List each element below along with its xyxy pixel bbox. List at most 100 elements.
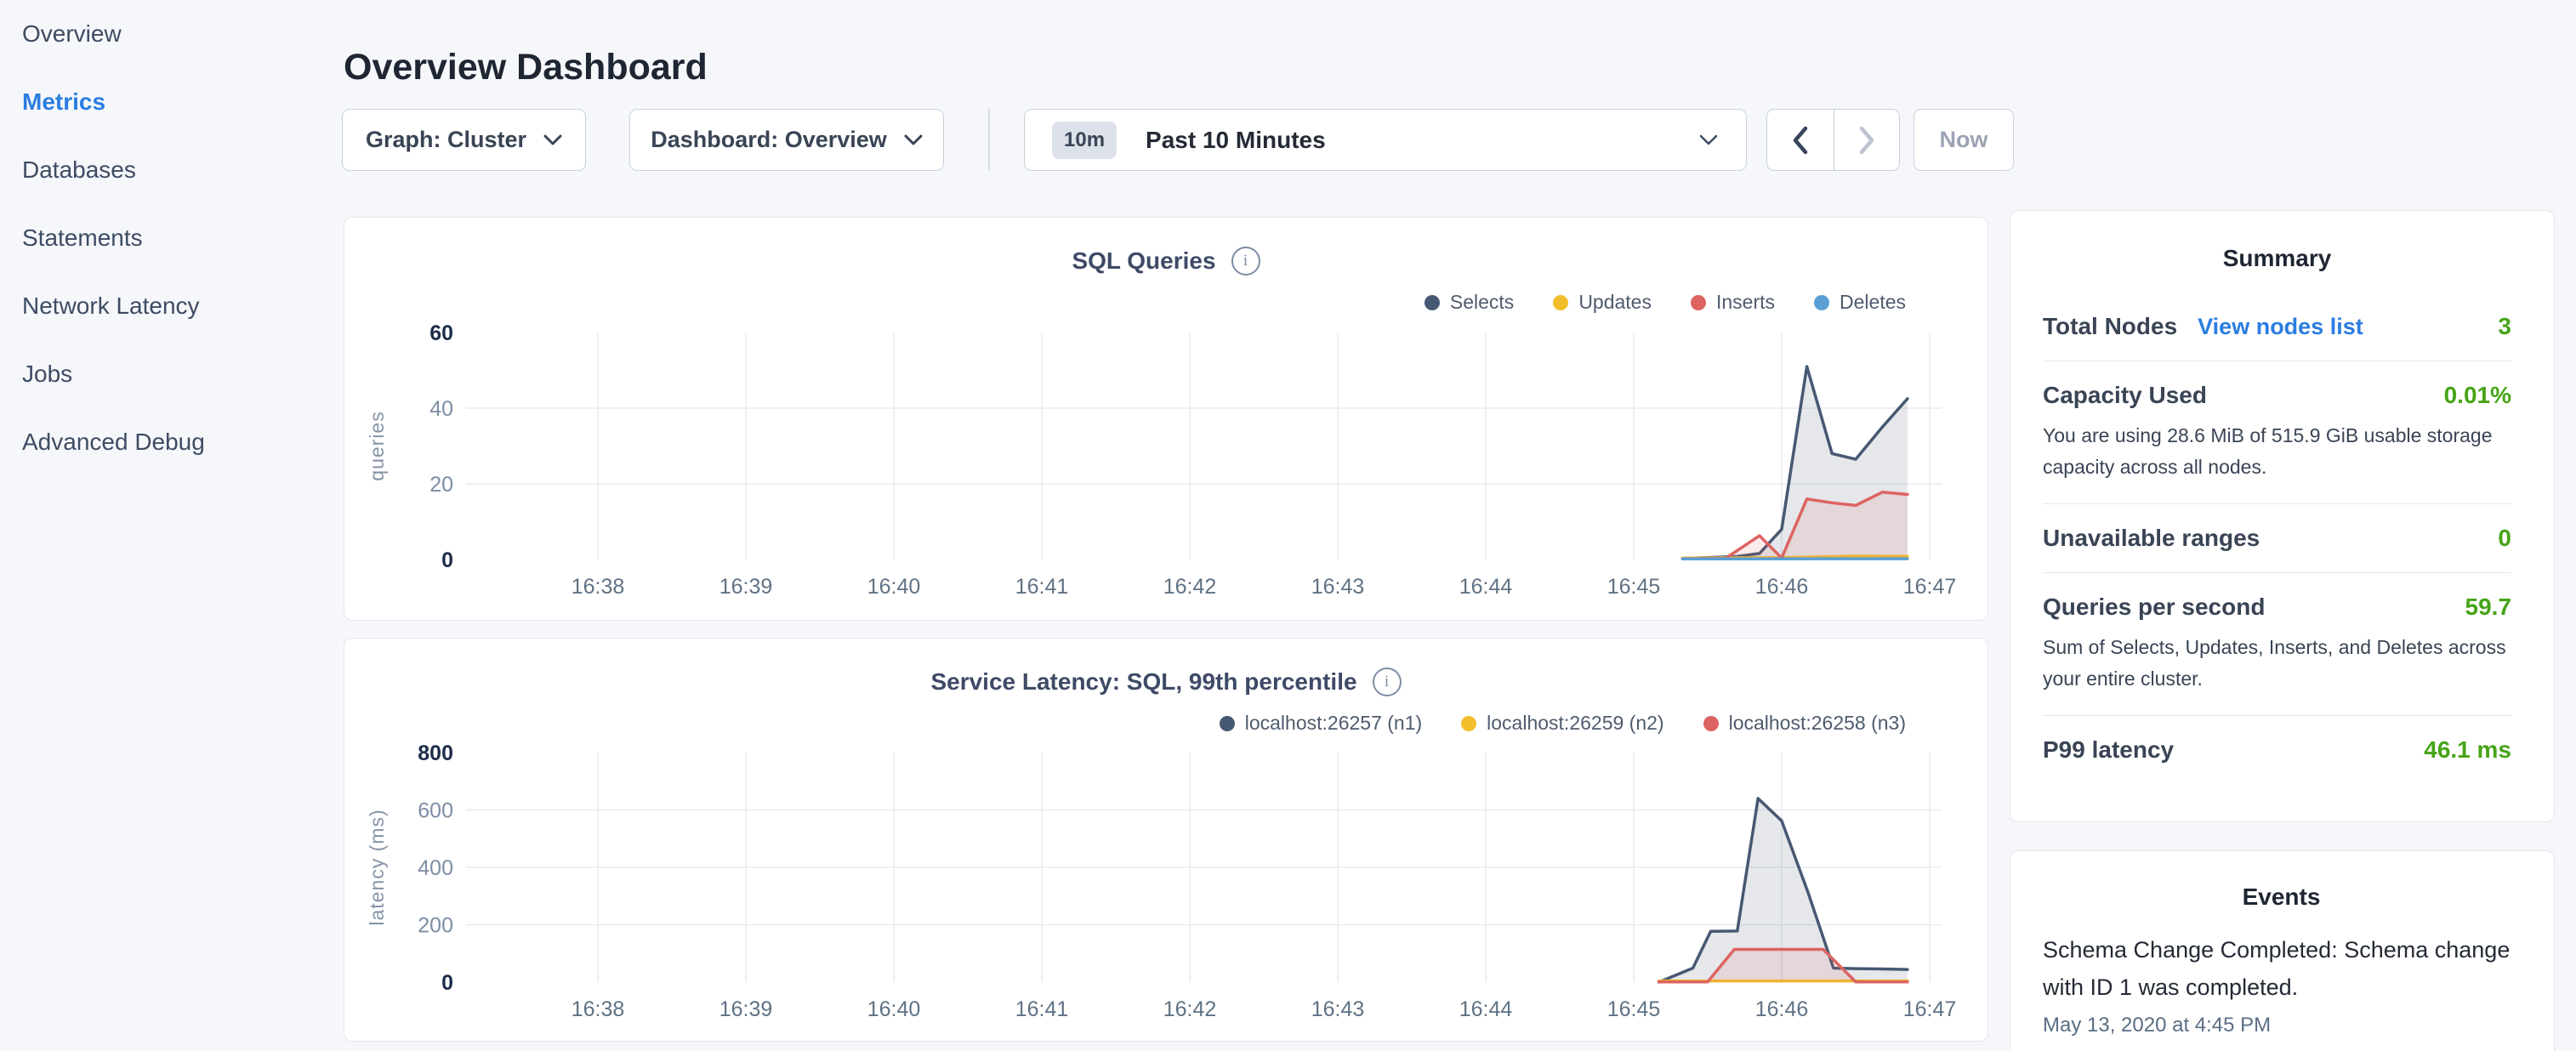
service-latency-chart[interactable]: 16:3816:3916:4016:4116:4216:4316:4416:45… bbox=[344, 639, 1987, 1041]
summary-row-unavailable-ranges: Unavailable ranges 0 bbox=[2043, 503, 2511, 572]
x-tick-label: 16:42 bbox=[1163, 575, 1217, 599]
x-tick-label: 16:40 bbox=[867, 575, 921, 599]
y-tick-label: 400 bbox=[418, 856, 453, 880]
series-dot-icon bbox=[1553, 295, 1568, 310]
summary-row-queries-per-second: Queries per second 59.7 Sum of Selects, … bbox=[2043, 572, 2511, 715]
x-tick-label: 16:44 bbox=[1459, 575, 1513, 599]
summary-value: 3 bbox=[2498, 313, 2511, 340]
time-step-forward-button[interactable] bbox=[1834, 110, 1900, 170]
sql-queries-title: SQL Queries i bbox=[344, 247, 1987, 276]
x-tick-label: 16:41 bbox=[1015, 575, 1069, 599]
legend-item-selects[interactable]: Selects bbox=[1424, 291, 1514, 314]
sidebar-item-statements[interactable]: Statements bbox=[0, 204, 342, 272]
service-latency-panel: 16:3816:3916:4016:4116:4216:4316:4416:45… bbox=[344, 638, 1988, 1042]
graph-scope-dropdown[interactable]: Graph: Cluster bbox=[342, 109, 586, 171]
summary-title: Summary bbox=[2043, 245, 2511, 272]
page-title: Overview Dashboard bbox=[344, 47, 708, 88]
time-range-label: Past 10 Minutes bbox=[1146, 127, 1326, 154]
info-icon[interactable]: i bbox=[1231, 247, 1260, 276]
summary-row-capacity-used: Capacity Used 0.01% You are using 28.6 M… bbox=[2043, 361, 2511, 503]
x-tick-label: 16:44 bbox=[1459, 997, 1513, 1021]
legend-label: localhost:26259 (n2) bbox=[1487, 712, 1663, 735]
graph-scope-dropdown-label: Graph: Cluster bbox=[366, 127, 526, 153]
time-range-badge: 10m bbox=[1052, 122, 1117, 159]
legend-label: localhost:26257 (n1) bbox=[1245, 712, 1422, 735]
sidebar-nav: Overview Metrics Databases Statements Ne… bbox=[0, 0, 342, 476]
y-tick-label: 200 bbox=[418, 914, 453, 938]
summary-value: 59.7 bbox=[2465, 594, 2512, 621]
x-tick-label: 16:42 bbox=[1163, 997, 1217, 1021]
view-nodes-list-link[interactable]: View nodes list bbox=[2198, 314, 2363, 340]
events-panel: Events Schema Change Completed: Schema c… bbox=[2010, 850, 2555, 1051]
x-tick-label: 16:38 bbox=[571, 575, 625, 599]
time-range-dropdown[interactable]: 10m Past 10 Minutes bbox=[1024, 109, 1747, 171]
sidebar-item-advanced-debug[interactable]: Advanced Debug bbox=[0, 408, 342, 476]
legend-item-n1[interactable]: localhost:26257 (n1) bbox=[1220, 712, 1422, 735]
sidebar-item-metrics[interactable]: Metrics bbox=[0, 68, 342, 136]
info-icon[interactable]: i bbox=[1373, 668, 1402, 696]
now-button[interactable]: Now bbox=[1914, 109, 2014, 171]
legend-item-n3[interactable]: localhost:26258 (n3) bbox=[1703, 712, 1906, 735]
service-latency-legend: localhost:26257 (n1) localhost:26259 (n2… bbox=[1220, 712, 1906, 735]
event-timestamp: May 13, 2020 at 4:45 PM bbox=[2043, 1014, 2520, 1037]
sidebar-item-network-latency[interactable]: Network Latency bbox=[0, 272, 342, 340]
summary-row-total-nodes: Total Nodes View nodes list 3 bbox=[2043, 293, 2511, 361]
time-step-back-button[interactable] bbox=[1767, 110, 1834, 170]
series-dot-icon bbox=[1814, 295, 1829, 310]
service-latency-title: Service Latency: SQL, 99th percentile i bbox=[344, 668, 1987, 696]
y-tick-label: 40 bbox=[429, 397, 453, 421]
event-message: Schema Change Completed: Schema change w… bbox=[2043, 931, 2520, 1006]
series-dot-icon bbox=[1424, 295, 1440, 310]
y-tick-label: 20 bbox=[429, 473, 453, 497]
x-tick-label: 16:46 bbox=[1755, 997, 1809, 1021]
series-dot-icon bbox=[1691, 295, 1706, 310]
x-tick-label: 16:47 bbox=[1903, 575, 1957, 599]
y-tick-label: 0 bbox=[441, 971, 453, 995]
summary-label: Total Nodes bbox=[2043, 313, 2177, 340]
y-tick-label: 60 bbox=[429, 321, 453, 345]
sidebar-item-jobs[interactable]: Jobs bbox=[0, 340, 342, 408]
summary-subtext: Sum of Selects, Updates, Inserts, and De… bbox=[2043, 632, 2511, 695]
chart-title-text: Service Latency: SQL, 99th percentile bbox=[930, 668, 1356, 696]
chevron-left-icon bbox=[1790, 123, 1811, 157]
x-tick-label: 16:41 bbox=[1015, 997, 1069, 1021]
x-tick-label: 16:43 bbox=[1311, 997, 1365, 1021]
chevron-down-icon bbox=[543, 134, 562, 146]
chevron-right-icon bbox=[1857, 123, 1877, 157]
legend-item-inserts[interactable]: Inserts bbox=[1691, 291, 1775, 314]
dashboard-dropdown[interactable]: Dashboard: Overview bbox=[629, 109, 944, 171]
toolbar-divider bbox=[988, 109, 990, 171]
y-tick-label: 600 bbox=[418, 799, 453, 823]
legend-item-deletes[interactable]: Deletes bbox=[1814, 291, 1906, 314]
event-list-item[interactable]: Schema Change Completed: Schema change w… bbox=[2043, 931, 2520, 1037]
series-dot-icon bbox=[1461, 716, 1476, 731]
legend-item-updates[interactable]: Updates bbox=[1553, 291, 1652, 314]
x-tick-label: 16:45 bbox=[1607, 997, 1661, 1021]
summary-label: P99 latency bbox=[2043, 736, 2174, 764]
summary-label: Queries per second bbox=[2043, 594, 2265, 621]
legend-item-n2[interactable]: localhost:26259 (n2) bbox=[1461, 712, 1663, 735]
summary-subtext: You are using 28.6 MiB of 515.9 GiB usab… bbox=[2043, 420, 2511, 483]
legend-label: Selects bbox=[1450, 291, 1514, 314]
series-dot-icon bbox=[1703, 716, 1719, 731]
summary-label: Unavailable ranges bbox=[2043, 525, 2260, 552]
summary-label: Capacity Used bbox=[2043, 382, 2207, 409]
y-axis-label: latency (ms) bbox=[366, 809, 388, 925]
legend-label: Updates bbox=[1578, 291, 1652, 314]
x-tick-label: 16:45 bbox=[1607, 575, 1661, 599]
sql-queries-legend: Selects Updates Inserts Deletes bbox=[1424, 291, 1906, 314]
legend-label: Inserts bbox=[1716, 291, 1775, 314]
x-tick-label: 16:43 bbox=[1311, 575, 1365, 599]
x-tick-label: 16:47 bbox=[1903, 997, 1957, 1021]
chevron-down-icon bbox=[1698, 134, 1719, 146]
summary-value: 0 bbox=[2498, 525, 2511, 552]
sidebar-item-overview[interactable]: Overview bbox=[0, 0, 342, 68]
overview-dashboard-page: Overview Metrics Databases Statements Ne… bbox=[0, 0, 2576, 1051]
sql-queries-chart[interactable]: 16:38 16:39 16:40 16:41 16:42 16:43 16:44 16:45… bbox=[344, 218, 1987, 620]
legend-label: Deletes bbox=[1840, 291, 1906, 314]
sidebar-item-databases[interactable]: Databases bbox=[0, 136, 342, 204]
events-title: Events bbox=[2043, 883, 2520, 911]
x-tick-label: 16:39 bbox=[719, 575, 773, 599]
chart-title-text: SQL Queries bbox=[1072, 247, 1215, 275]
summary-value: 46.1 ms bbox=[2424, 736, 2511, 764]
